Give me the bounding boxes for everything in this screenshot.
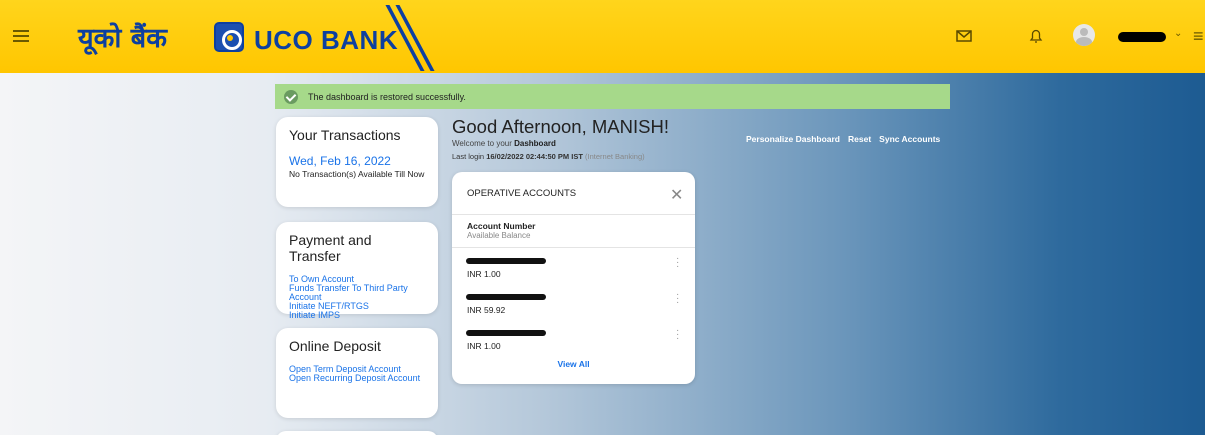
personalize-dashboard-link[interactable]: Personalize Dashboard [746, 134, 840, 144]
transactions-card: Your Transactions Wed, Feb 16, 2022 No T… [276, 117, 438, 207]
link-recurring-deposit[interactable]: Open Recurring Deposit Account [289, 374, 425, 383]
account-row[interactable]: INR 1.00 · · · [452, 248, 695, 284]
success-toast: The dashboard is restored successfully. [275, 84, 950, 109]
account-balance: INR 59.92 [467, 305, 506, 315]
last-login-label: Last login [452, 152, 485, 161]
close-icon[interactable]: ✕ [670, 185, 683, 205]
more-options-icon[interactable]: · · · [676, 326, 679, 344]
available-balance-header: Available Balance [467, 231, 531, 240]
logo-english: UCO BANK [254, 25, 399, 55]
chevron-down-icon[interactable]: ⌄ [1174, 28, 1182, 39]
account-number-redacted [466, 258, 546, 264]
logo-slash-mark [385, 5, 435, 71]
welcome-dashboard: Dashboard [514, 139, 556, 148]
dashboard-actions: Personalize Dashboard Reset Sync Accounts [746, 134, 948, 144]
more-options-icon[interactable]: · · · [676, 290, 679, 308]
transactions-empty-text: No Transaction(s) Available Till Now [289, 169, 425, 179]
greeting-title: Good Afternoon, MANISH! [452, 116, 669, 137]
logout-icon[interactable]: ≡ [1193, 26, 1204, 47]
bell-icon[interactable] [1027, 27, 1045, 45]
transactions-date[interactable]: Wed, Feb 16, 2022 [289, 154, 425, 168]
logo-hindi: यूको बैंक [78, 23, 167, 54]
bank-emblem-icon [214, 22, 244, 52]
welcome-prefix: Welcome to your [452, 139, 515, 148]
view-all-link[interactable]: View All [452, 359, 695, 369]
sync-accounts-link[interactable]: Sync Accounts [879, 134, 940, 144]
more-options-icon[interactable]: · · · [676, 254, 679, 272]
deposit-title: Online Deposit [289, 338, 381, 354]
toast-message: The dashboard is restored successfully. [308, 91, 466, 102]
payment-transfer-card: Payment and Transfer To Own Account Fund… [276, 222, 438, 320]
operative-accounts-panel: OPERATIVE ACCOUNTS ✕ Account Number Avai… [452, 172, 695, 384]
online-deposit-card: Online Deposit Open Term Deposit Account… [276, 328, 438, 418]
link-third-party-transfer[interactable]: Funds Transfer To Third Party Account [289, 284, 425, 302]
account-balance: INR 1.00 [467, 269, 501, 279]
reset-link[interactable]: Reset [848, 134, 871, 144]
accounts-column-header: Account Number Available Balance [452, 215, 695, 248]
next-card-stub [276, 431, 438, 435]
operative-accounts-title: OPERATIVE ACCOUNTS [452, 172, 695, 215]
last-login: Last login 16/02/2022 02:44:50 PM IST (I… [452, 152, 645, 161]
check-circle-icon [284, 89, 298, 104]
account-number-header: Account Number [467, 221, 536, 231]
username-redacted[interactable] [1118, 32, 1166, 42]
payment-title: Payment and Transfer [289, 232, 372, 264]
last-login-mode: (Internet Banking) [585, 152, 645, 161]
link-imps[interactable]: Initiate IMPS [289, 311, 425, 320]
account-balance: INR 1.00 [467, 341, 501, 351]
account-row[interactable]: INR 1.00 · · · [452, 320, 695, 356]
transactions-title: Your Transactions [289, 127, 401, 143]
last-login-value: 16/02/2022 02:44:50 PM IST [486, 152, 583, 161]
mail-icon[interactable] [955, 27, 973, 45]
account-number-redacted [466, 330, 546, 336]
account-number-redacted [466, 294, 546, 300]
avatar-icon[interactable] [1073, 24, 1095, 46]
top-header: यूको बैंक UCO BANK ⌄ ≡ [0, 0, 1205, 73]
account-row[interactable]: INR 59.92 · · · [452, 284, 695, 320]
menu-icon[interactable] [13, 30, 29, 42]
welcome-text: Welcome to your Dashboard [452, 139, 556, 148]
